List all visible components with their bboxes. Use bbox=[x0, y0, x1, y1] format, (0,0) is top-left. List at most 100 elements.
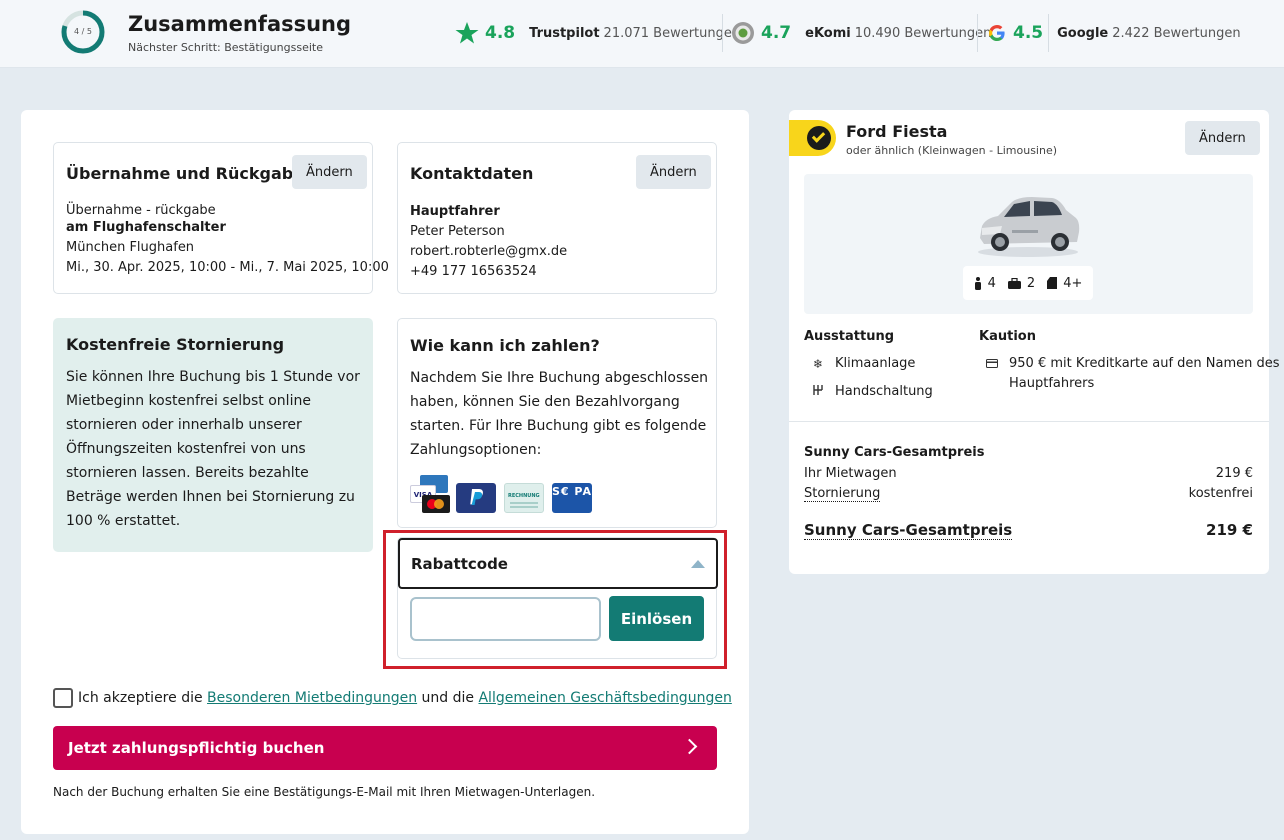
general-terms-link[interactable]: Allgemeinen Geschäftsbedingungen bbox=[478, 690, 731, 706]
google-g-icon bbox=[989, 25, 1005, 41]
equipment-item: ❄ Klimaanlage bbox=[811, 356, 915, 371]
payment-info-box: Wie kann ich zahlen? Nachdem Sie Ihre Bu… bbox=[397, 318, 717, 528]
edit-car-button[interactable]: Ändern bbox=[1185, 121, 1260, 155]
paypal-icon bbox=[456, 483, 496, 513]
rating-brand: eKomi bbox=[805, 25, 851, 41]
selected-badge bbox=[789, 120, 836, 156]
edit-pickup-button[interactable]: Ändern bbox=[292, 155, 367, 189]
mastercard-icon bbox=[422, 495, 450, 513]
contact-label: Hauptfahrer bbox=[410, 204, 500, 219]
price-row-rental: Ihr Mietwagen 219 € bbox=[804, 466, 1253, 481]
rating-score: 4.8 bbox=[485, 23, 516, 43]
pickup-label: Übernahme - rückgabe bbox=[66, 203, 216, 218]
terms-checkbox[interactable] bbox=[53, 688, 73, 708]
rating-trustpilot[interactable]: 4.8 Trustpilot 21.071 Bewertungen bbox=[455, 18, 740, 48]
booking-summary-card: Übernahme und Rückgabe Ändern Übernahme … bbox=[21, 110, 749, 834]
redeem-button[interactable]: Einlösen bbox=[609, 596, 704, 641]
price-row-cancellation: Stornierung kostenfrei bbox=[804, 486, 1253, 502]
suitcase-icon bbox=[1007, 277, 1021, 289]
rental-label: Ihr Mietwagen bbox=[804, 466, 897, 481]
rating-google[interactable]: 4.5 Google 2.422 Bewertungen bbox=[987, 18, 1241, 48]
cancellation-title: Kostenfreie Stornierung bbox=[66, 335, 285, 354]
credit-card-icon bbox=[985, 357, 999, 371]
chevron-up-icon bbox=[691, 560, 705, 568]
header-bar: 4 / 5 Zusammenfassung Nächster Schritt: … bbox=[0, 0, 1284, 68]
booking-footnote: Nach der Buchung erhalten Sie eine Bestä… bbox=[53, 785, 596, 799]
car-capacity: 4 2 4+ bbox=[963, 266, 1093, 300]
deposit-text-line1: 950 € mit Kreditkarte auf den Namen des bbox=[1009, 356, 1280, 371]
rental-conditions-link[interactable]: Besonderen Mietbedingungen bbox=[207, 690, 417, 706]
equipment-title: Ausstattung bbox=[804, 329, 895, 344]
discount-title: Rabattcode bbox=[411, 555, 508, 573]
total-value: 219 € bbox=[1206, 521, 1253, 539]
doors-count: 4+ bbox=[1063, 275, 1083, 291]
discount-code-input[interactable] bbox=[410, 597, 601, 641]
vehicle-summary-card: Ford Fiesta oder ähnlich (Kleinwagen - L… bbox=[789, 110, 1280, 574]
rating-score: 4.5 bbox=[1013, 23, 1044, 43]
rating-count: 21.071 Bewertungen bbox=[603, 25, 741, 41]
discount-accordion-header[interactable]: Rabattcode bbox=[398, 538, 718, 589]
pickup-location-type: am Flughafenschalter bbox=[66, 220, 226, 235]
gearshift-icon bbox=[811, 384, 825, 399]
car-subtitle: oder ähnlich (Kleinwagen - Limousine) bbox=[846, 144, 1058, 157]
progress-text: 4 / 5 bbox=[74, 27, 92, 36]
terms-prefix: Ich akzeptiere die bbox=[78, 690, 203, 706]
rechnung-icon: RECHNUNG bbox=[504, 483, 544, 513]
equipment-item: Handschaltung bbox=[811, 384, 933, 399]
doors-stat: 4+ bbox=[1047, 276, 1082, 291]
sepa-icon: S€ PA bbox=[552, 483, 592, 513]
pickup-title: Übernahme und Rückgabe bbox=[66, 164, 305, 183]
car-image-area: 4 2 4+ bbox=[804, 174, 1253, 314]
rating-score: 4.7 bbox=[761, 23, 792, 43]
terms-acceptance: Ich akzeptiere die Besonderen Mietbeding… bbox=[53, 688, 732, 708]
pickup-location: München Flughafen bbox=[66, 240, 195, 255]
deposit-item: 950 € mit Kreditkarte auf den Namen des bbox=[985, 356, 1280, 371]
total-label[interactable]: Sunny Cars-Gesamtpreis bbox=[804, 521, 1013, 540]
price-divider bbox=[789, 421, 1269, 422]
rental-value: 219 € bbox=[1215, 466, 1253, 481]
edit-contact-button[interactable]: Ändern bbox=[636, 155, 711, 189]
payment-title: Wie kann ich zahlen? bbox=[410, 336, 600, 355]
cancellation-label[interactable]: Stornierung bbox=[804, 486, 881, 502]
cancellation-text: Sie können Ihre Buchung bis 1 Stunde vor… bbox=[66, 369, 360, 529]
payment-methods: VISA RECHNUNG S€ PA bbox=[410, 475, 592, 513]
deposit-title: Kaution bbox=[979, 329, 1036, 344]
pickup-return-box: Übernahme und Rückgabe Ändern Übernahme … bbox=[53, 142, 389, 294]
deposit-text-line2: Hauptfahrers bbox=[1009, 376, 1095, 391]
car-image bbox=[978, 197, 1080, 257]
check-icon bbox=[807, 126, 831, 150]
page-title: Zusammenfassung bbox=[128, 12, 352, 36]
contact-name: Peter Peterson bbox=[410, 224, 505, 239]
trustpilot-star-icon bbox=[455, 22, 479, 44]
snowflake-icon: ❄ bbox=[812, 356, 824, 371]
equipment-label: Klimaanlage bbox=[835, 356, 916, 371]
contact-box: Kontaktdaten Ändern Hauptfahrer Peter Pe… bbox=[397, 142, 717, 294]
free-cancellation-box: Kostenfreie Stornierung Sie können Ihre … bbox=[53, 318, 373, 552]
ekomi-seal-icon bbox=[732, 22, 754, 44]
rating-ekomi[interactable]: 4.7 eKomi 10.490 Bewertungen bbox=[731, 18, 991, 48]
cancellation-value: kostenfrei bbox=[1188, 486, 1253, 501]
price-row-total: Sunny Cars-Gesamtpreis 219 € bbox=[804, 521, 1253, 540]
seats-count: 4 bbox=[987, 275, 996, 291]
rating-count: 10.490 Bewertungen bbox=[854, 25, 992, 41]
pickup-dates: Mi., 30. Apr. 2025, 10:00 - Mi., 7. Mai … bbox=[66, 260, 389, 275]
progress-indicator: 4 / 5 bbox=[60, 9, 106, 55]
card-icons: VISA bbox=[410, 475, 450, 513]
seats-stat: 4 bbox=[974, 276, 996, 291]
rating-brand: Trustpilot bbox=[529, 25, 600, 41]
contact-phone: +49 177 16563524 bbox=[410, 264, 537, 279]
page-subtitle: Nächster Schritt: Bestätigungsseite bbox=[128, 41, 323, 54]
bags-count: 2 bbox=[1026, 275, 1036, 291]
discount-code-box: Rabattcode Einlösen bbox=[397, 537, 718, 659]
book-button[interactable]: Jetzt zahlungspflichtig buchen bbox=[53, 726, 717, 770]
contact-title: Kontaktdaten bbox=[410, 164, 534, 183]
bags-stat: 2 bbox=[1007, 275, 1036, 291]
door-icon bbox=[1047, 277, 1058, 289]
rating-divider bbox=[977, 14, 978, 52]
payment-text: Nachdem Sie Ihre Buchung abgeschlossen h… bbox=[410, 370, 709, 458]
book-button-label: Jetzt zahlungspflichtig buchen bbox=[68, 739, 325, 757]
price-section-title: Sunny Cars-Gesamtpreis bbox=[804, 445, 985, 460]
rating-divider bbox=[1048, 14, 1049, 52]
equipment-label: Handschaltung bbox=[835, 384, 933, 399]
rating-divider bbox=[722, 14, 723, 52]
